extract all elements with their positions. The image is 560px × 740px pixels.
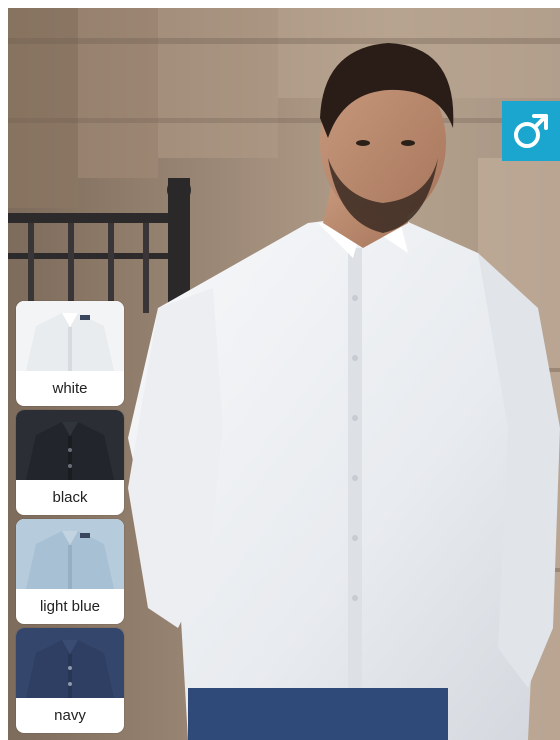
swatch-thumbnail xyxy=(16,301,124,371)
color-swatch-black[interactable]: black xyxy=(16,410,124,515)
swatch-label: light blue xyxy=(39,598,101,615)
male-symbol-icon xyxy=(510,110,552,152)
gender-badge xyxy=(502,101,560,161)
swatch-thumbnail xyxy=(16,410,124,480)
swatch-label: navy xyxy=(54,707,86,724)
swatch-label: black xyxy=(52,489,88,506)
swatch-thumbnail xyxy=(16,519,124,589)
color-swatch-navy[interactable]: navy xyxy=(16,628,124,733)
swatch-thumbnail xyxy=(16,628,124,698)
color-swatch-white[interactable]: white xyxy=(16,301,124,406)
swatch-label: white xyxy=(52,380,88,397)
color-swatch-light-blue[interactable]: light blue xyxy=(16,519,124,624)
